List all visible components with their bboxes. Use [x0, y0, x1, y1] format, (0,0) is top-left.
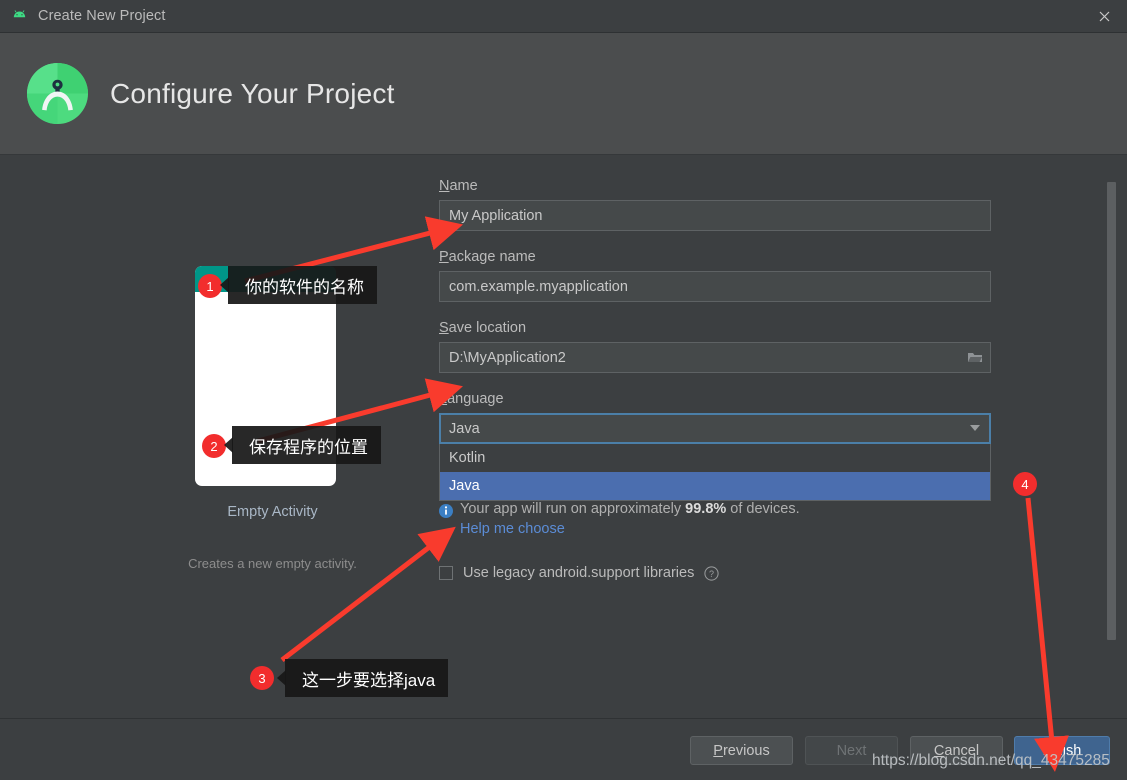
language-option-java-label: Java	[449, 478, 480, 494]
finish-button-rest: nish	[1054, 742, 1082, 759]
template-name: Empty Activity	[227, 504, 318, 520]
template-preview: Empty Activity Creates a new empty activ…	[140, 156, 405, 626]
language-combobox-display[interactable]: Java	[439, 413, 991, 444]
language-dropdown-list[interactable]: Kotlin Java	[439, 444, 991, 501]
language-combobox[interactable]: Java Kotlin Java	[439, 413, 991, 501]
device-info-block: Your app will run on approximately 99.8%…	[439, 501, 991, 537]
scrollbar-thumb[interactable]	[1107, 182, 1116, 640]
device-coverage-info: Your app will run on approximately 99.8%…	[439, 501, 991, 518]
legacy-libraries-label: Use legacy android.support libraries	[463, 565, 695, 581]
device-info-percent: 99.8%	[685, 501, 727, 517]
package-name-label-mnemonic: P	[439, 249, 449, 265]
language-option-kotlin[interactable]: Kotlin	[440, 444, 990, 472]
dialog-footer: Previous Next Cancel Fi nish	[0, 718, 1127, 780]
save-location-input[interactable]: D:\MyApplication2	[439, 342, 991, 373]
template-description: Creates a new empty activity.	[188, 556, 357, 571]
save-location-input-value: D:\MyApplication2	[449, 349, 566, 366]
cancel-button-mnemonic: C	[933, 742, 945, 759]
question-circle-icon[interactable]: ?	[704, 565, 719, 581]
scrollbar-track[interactable]	[1107, 172, 1116, 692]
package-name-input-value: com.example.myapplication	[449, 278, 628, 295]
device-info-text-before: Your app will run on approximately	[460, 501, 686, 517]
finish-button-before: F	[1042, 742, 1052, 759]
title-bar: Create New Project	[0, 0, 1127, 33]
project-form: Name My Application Package name com.exa…	[439, 178, 991, 581]
next-button[interactable]: Next	[805, 736, 898, 765]
next-button-label: Next	[836, 742, 867, 759]
save-location-label-rest: ave location	[448, 320, 527, 336]
android-studio-logo	[26, 62, 89, 125]
package-name-label-rest: ackage name	[448, 249, 536, 265]
dialog-header: Configure Your Project	[0, 33, 1127, 155]
svg-text:?: ?	[709, 569, 714, 579]
previous-button-mnemonic: P	[713, 742, 723, 759]
help-me-choose-link[interactable]: Help me choose	[460, 521, 991, 537]
previous-button-rest: revious	[722, 742, 770, 759]
phone-mockup	[195, 266, 336, 486]
language-option-java[interactable]: Java	[440, 472, 990, 500]
chevron-down-icon[interactable]	[970, 425, 980, 431]
create-new-project-dialog: Create New Project Configure Your Projec…	[0, 0, 1127, 780]
package-name-input[interactable]: com.example.myapplication	[439, 271, 991, 302]
language-label: Language	[439, 391, 991, 407]
dialog-body: Empty Activity Creates a new empty activ…	[0, 156, 1127, 718]
name-input-value: My Application	[449, 207, 543, 224]
name-label-mnemonic: N	[439, 178, 450, 194]
language-label-mnemonic: L	[439, 391, 448, 407]
previous-button[interactable]: Previous	[690, 736, 793, 765]
legacy-libraries-row[interactable]: Use legacy android.support libraries ?	[439, 565, 991, 581]
name-label-rest: ame	[449, 178, 478, 194]
save-location-label: Save location	[439, 320, 991, 336]
phone-appbar	[195, 266, 336, 292]
legacy-libraries-checkbox[interactable]	[439, 566, 453, 580]
name-label: Name	[439, 178, 991, 194]
save-location-label-mnemonic: S	[439, 320, 449, 336]
folder-icon[interactable]	[959, 343, 990, 372]
language-option-kotlin-label: Kotlin	[449, 450, 486, 466]
android-icon	[13, 9, 26, 17]
language-selected-value: Java	[449, 420, 480, 437]
language-label-rest: anguage	[447, 391, 504, 407]
device-info-text-after: of devices.	[726, 501, 800, 517]
cancel-button-rest: ancel	[944, 742, 980, 759]
page-title: Configure Your Project	[110, 77, 395, 109]
cancel-button[interactable]: Cancel	[910, 736, 1003, 765]
name-input[interactable]: My Application	[439, 200, 991, 231]
package-name-label: Package name	[439, 249, 991, 265]
info-icon	[439, 504, 453, 518]
close-icon[interactable]	[1081, 0, 1127, 33]
window-title: Create New Project	[38, 8, 166, 24]
finish-button[interactable]: Fi nish	[1014, 736, 1110, 765]
